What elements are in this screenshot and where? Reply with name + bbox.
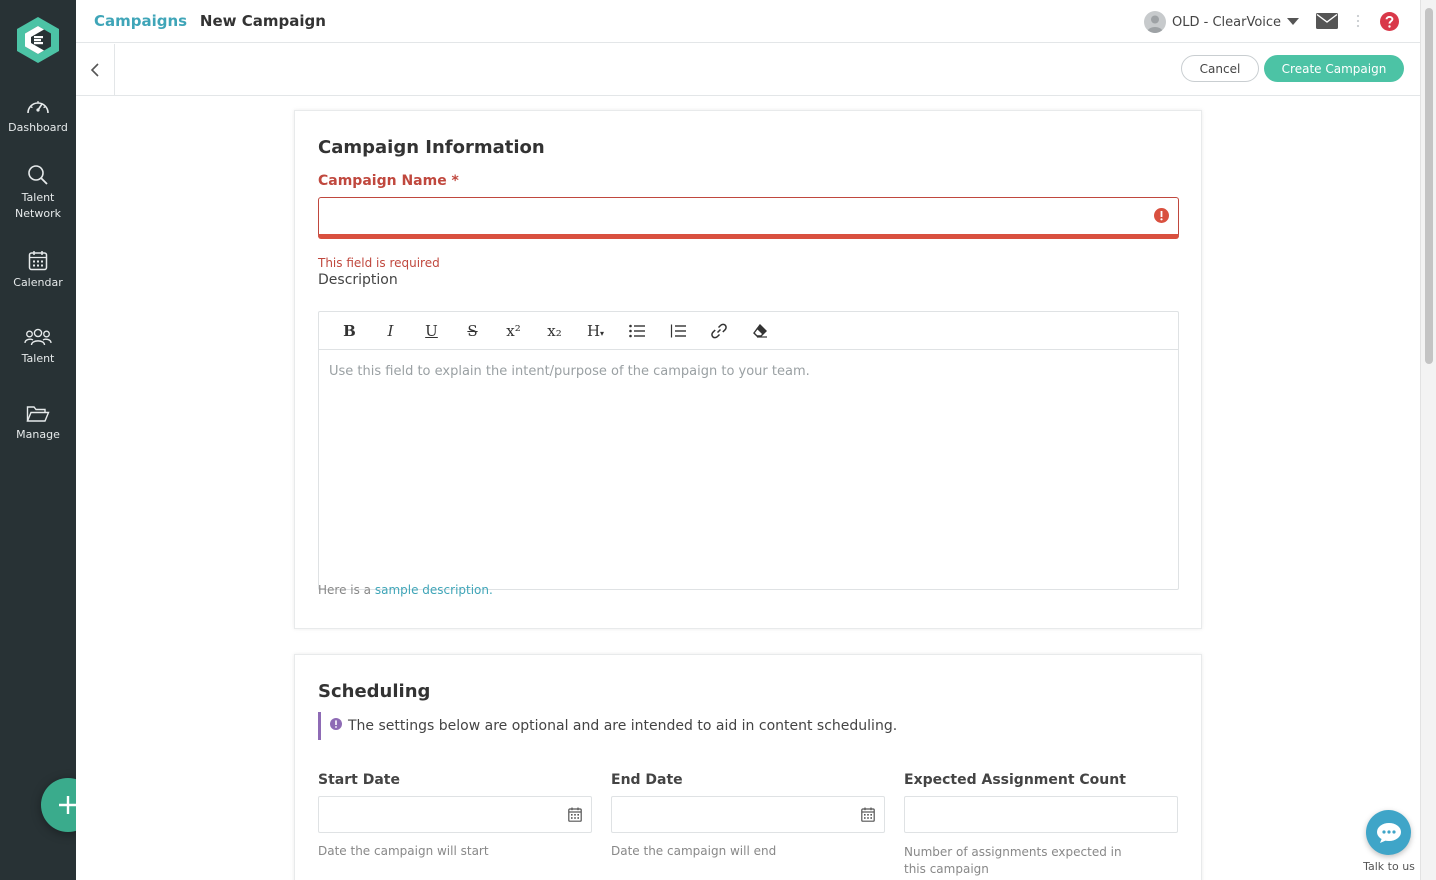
description-label: Description [318, 272, 398, 288]
link-button[interactable] [698, 316, 739, 346]
assignment-count-input[interactable] [904, 796, 1178, 833]
campaign-name-label: Campaign Name * [318, 173, 459, 189]
chat-label: Talk to us [1363, 860, 1415, 873]
campaign-name-error: This field is required [318, 256, 440, 270]
sidebar-item-dashboard[interactable]: Dashboard [0, 96, 76, 136]
bold-icon: B [343, 321, 356, 340]
campaign-name-input[interactable] [319, 198, 1178, 234]
cancel-button[interactable]: Cancel [1181, 55, 1259, 82]
account-switcher[interactable]: OLD - ClearVoice [1144, 10, 1300, 34]
avatar [1144, 11, 1166, 33]
sidebar-item-label: Dashboard [8, 121, 68, 134]
bullet-list-icon [628, 324, 645, 337]
assignment-count-label: Expected Assignment Count [904, 772, 1126, 788]
eraser-icon [752, 323, 767, 338]
sidebar-item-label: Manage [16, 428, 60, 441]
subscript-icon: x₂ [547, 321, 562, 340]
description-textarea[interactable]: Use this field to explain the intent/pur… [319, 350, 1178, 393]
heading-button[interactable]: H▾ [575, 316, 616, 346]
editor-toolbar: B I U S x² x₂ H▾ [319, 312, 1178, 350]
create-campaign-button[interactable]: Create Campaign [1264, 55, 1404, 82]
main-content: Campaign Information Campaign Name * Thi… [76, 96, 1420, 880]
more-dots-icon [1356, 13, 1360, 33]
description-hint-text: Here is a [318, 583, 375, 597]
sidebar-item-manage[interactable]: Manage [0, 405, 76, 443]
action-toolbar: Cancel Create Campaign [76, 44, 1420, 96]
numbered-list-button[interactable] [657, 316, 698, 346]
sidebar-item-label: Talent [21, 352, 55, 365]
folder-icon [26, 406, 50, 422]
calendar-icon [28, 251, 48, 271]
link-icon [710, 323, 727, 338]
caret-down-icon [1287, 18, 1300, 25]
back-button[interactable] [76, 44, 115, 95]
search-icon [28, 165, 48, 185]
clearvoice-logo[interactable] [15, 16, 61, 64]
chevron-left-icon [90, 62, 99, 77]
scheduling-card: Scheduling The settings below are option… [294, 654, 1202, 880]
assignment-count-hint: Number of assignments expected in this c… [904, 845, 1122, 876]
campaign-information-card: Campaign Information Campaign Name * Thi… [294, 110, 1202, 629]
info-icon [330, 718, 342, 734]
start-date-hint: Date the campaign will start [318, 844, 489, 858]
sidebar-item-label: Talent Network [15, 191, 61, 220]
breadcrumb-separator [191, 12, 196, 30]
mail-icon[interactable] [1316, 13, 1338, 33]
description-hint: Here is a sample description. [318, 583, 493, 597]
underline-button[interactable]: U [411, 316, 452, 346]
superscript-icon: x² [506, 321, 521, 340]
breadcrumb: Campaigns New Campaign [94, 12, 326, 30]
bold-button[interactable]: B [329, 316, 370, 346]
subscript-button[interactable]: x₂ [534, 316, 575, 346]
calendar-icon[interactable] [861, 807, 875, 826]
strikethrough-icon: S [467, 321, 478, 340]
sidebar-item-talent[interactable]: Talent [0, 327, 76, 367]
sample-description-link[interactable]: sample description. [375, 583, 493, 597]
account-name: OLD - ClearVoice [1172, 14, 1282, 30]
campaign-name-field [318, 197, 1179, 239]
sidebar-item-talent-network[interactable]: Talent Network [0, 164, 76, 222]
error-icon [1154, 208, 1169, 227]
sidebar-item-label: Calendar [13, 276, 63, 289]
end-date-hint: Date the campaign will end [611, 844, 777, 858]
help-icon[interactable] [1380, 12, 1399, 35]
scrollbar-thumb[interactable] [1425, 8, 1433, 364]
scrollbar[interactable] [1420, 0, 1436, 880]
chat-icon [1376, 822, 1401, 843]
people-icon [24, 328, 52, 346]
sidebar: Dashboard Talent Network Calendar Talent… [0, 0, 76, 880]
chat-button[interactable] [1366, 810, 1411, 855]
top-header: Campaigns New Campaign OLD - ClearVoice [76, 0, 1420, 43]
dashboard-icon [27, 101, 49, 114]
end-date-input[interactable] [611, 796, 885, 833]
calendar-icon[interactable] [568, 807, 582, 826]
description-editor: B I U S x² x₂ H▾ Use this field to expla… [318, 311, 1179, 590]
superscript-button[interactable]: x² [493, 316, 534, 346]
italic-icon: I [387, 321, 394, 340]
breadcrumb-campaigns-link[interactable]: Campaigns [94, 12, 187, 30]
strikethrough-button[interactable]: S [452, 316, 493, 346]
bullet-list-button[interactable] [616, 316, 657, 346]
underline-icon: U [425, 321, 438, 340]
page-title: New Campaign [199, 12, 326, 30]
end-date-label: End Date [611, 772, 683, 788]
clear-format-button[interactable] [739, 316, 780, 346]
section-title: Scheduling [318, 681, 431, 702]
section-title: Campaign Information [318, 137, 545, 158]
start-date-input[interactable] [318, 796, 592, 833]
italic-button[interactable]: I [370, 316, 411, 346]
scheduling-note: The settings below are optional and are … [318, 712, 897, 740]
numbered-list-icon [670, 324, 686, 337]
heading-icon: H▾ [586, 321, 605, 340]
start-date-label: Start Date [318, 772, 400, 788]
scheduling-note-text: The settings below are optional and are … [348, 718, 898, 734]
sidebar-item-calendar[interactable]: Calendar [0, 250, 76, 291]
